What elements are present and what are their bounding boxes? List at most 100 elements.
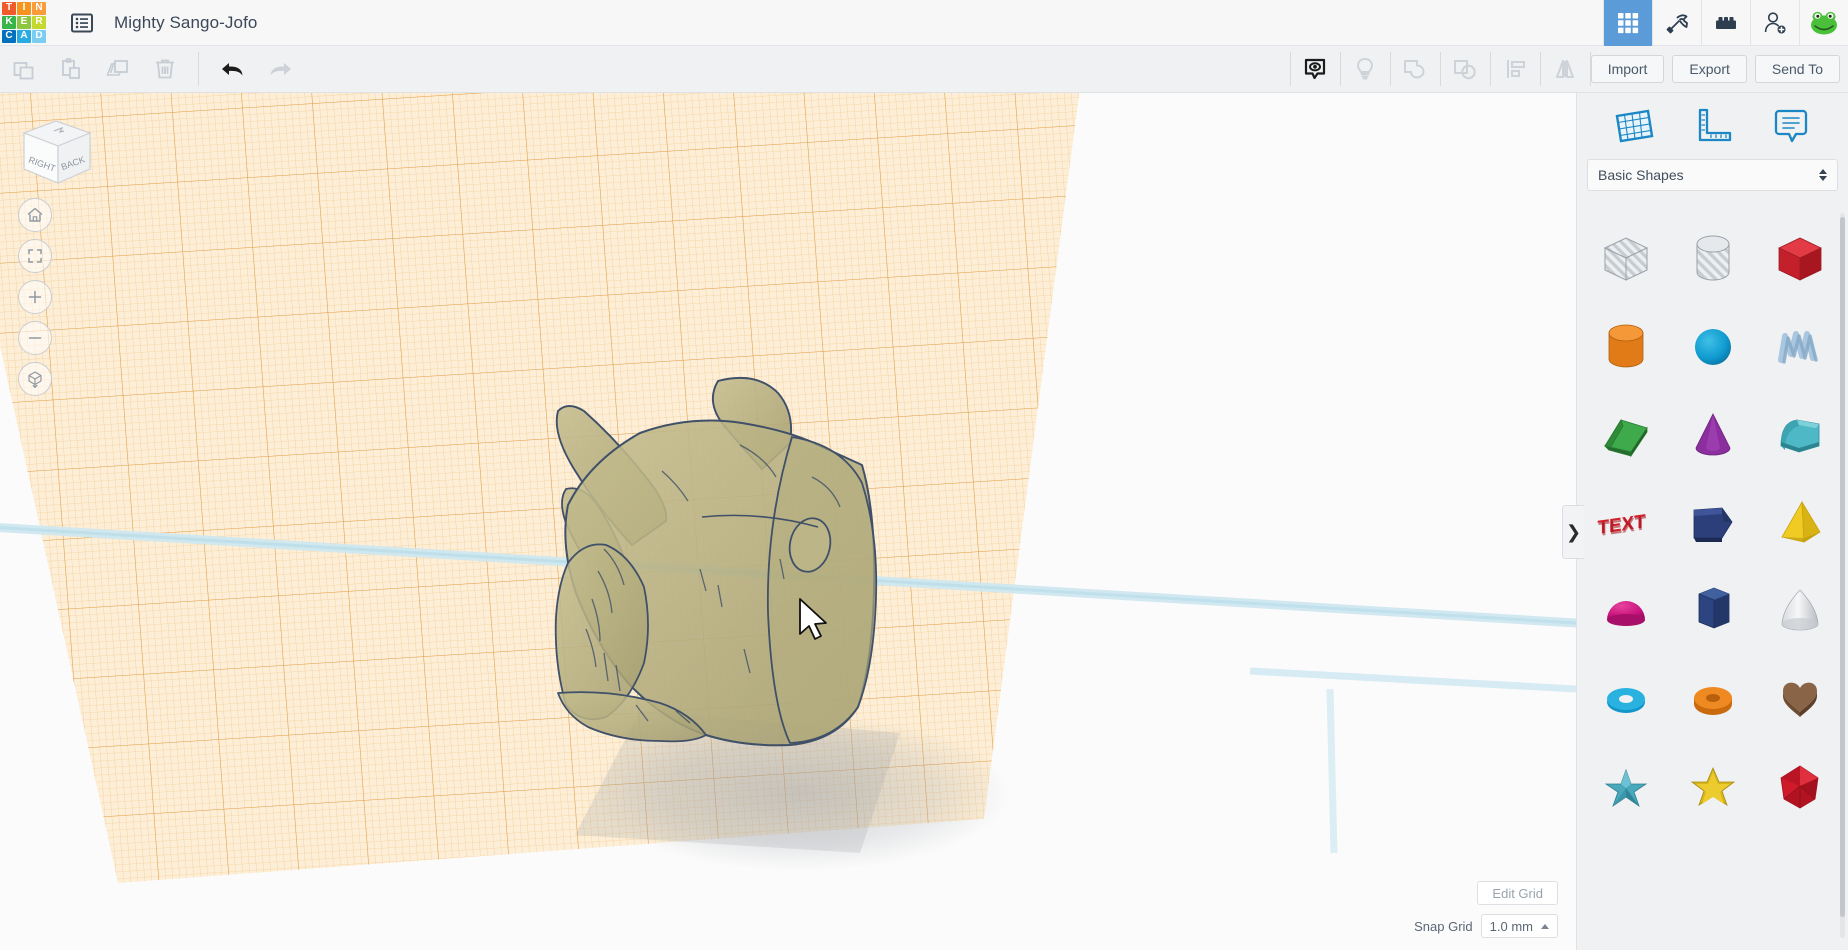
shape-cylinder-hole[interactable] <box>1670 215 1757 303</box>
bricks-button[interactable] <box>1701 0 1750 46</box>
3d-viewport[interactable]: RIGHT BACK <box>0 93 1576 950</box>
panel-collapse-handle[interactable]: ❯ <box>1562 505 1584 559</box>
shape-library-grid: TEXT TEXT <box>1577 205 1848 950</box>
notes-icon <box>1769 106 1813 146</box>
shape-cylinder[interactable] <box>1583 303 1670 391</box>
codeblocks-pickaxe-icon <box>1663 9 1691 37</box>
shape-box-hole[interactable] <box>1583 215 1670 303</box>
hints-button[interactable] <box>1341 46 1390 92</box>
minus-icon <box>26 329 44 347</box>
send-to-button[interactable]: Send To <box>1755 55 1840 83</box>
shape-tube[interactable] <box>1670 655 1757 743</box>
account-avatar-button[interactable] <box>1799 0 1848 46</box>
shape-roof[interactable] <box>1583 391 1670 479</box>
tinkercad-app: TINKERCAD Mighty Sango-Jofo <box>0 0 1848 950</box>
shape-half-sphere[interactable] <box>1583 567 1670 655</box>
shape-scribble-icon <box>1771 318 1829 376</box>
logo-tile-d-8: D <box>32 30 46 43</box>
viewport-canvas <box>0 93 1576 950</box>
home-view-button[interactable] <box>18 198 52 232</box>
cube-projection-icon <box>25 369 45 389</box>
workplane-button[interactable] <box>1607 101 1661 151</box>
shape-cone[interactable] <box>1670 391 1757 479</box>
duplicate-button[interactable] <box>94 46 141 92</box>
undo-icon <box>218 56 248 82</box>
shape-pyramid-icon <box>1771 494 1829 552</box>
zoom-out-button[interactable] <box>18 321 52 355</box>
fit-to-view-button[interactable] <box>18 239 52 273</box>
gallery-grid-button[interactable] <box>1603 0 1652 46</box>
shape-torus[interactable] <box>1583 655 1670 743</box>
shape-cone-icon <box>1684 406 1742 464</box>
shapes-panel-header-icons <box>1577 93 1848 159</box>
tinkercad-logo[interactable]: TINKERCAD <box>0 0 46 46</box>
shape-star-icon <box>1684 758 1742 816</box>
visibility-button[interactable] <box>1291 46 1340 92</box>
shape-sphere[interactable] <box>1670 303 1757 391</box>
logo-tile-r-5: R <box>32 16 46 29</box>
codeblocks-button[interactable] <box>1652 0 1701 46</box>
paste-button[interactable] <box>47 46 94 92</box>
shape-category-wrap: Basic Shapes <box>1577 159 1848 191</box>
ungroup-shapes-icon <box>1450 55 1480 83</box>
shape-star-3d[interactable] <box>1583 743 1670 831</box>
toolbar-divider <box>198 52 199 86</box>
shape-round-roof[interactable] <box>1756 391 1843 479</box>
shape-star[interactable] <box>1670 743 1757 831</box>
toolbar-right-group: Import Export Send To <box>1290 46 1848 92</box>
view-cube-icon: RIGHT BACK <box>14 113 100 191</box>
shape-scribble[interactable] <box>1756 303 1843 391</box>
mirror-button[interactable] <box>1541 46 1590 92</box>
shape-polygon[interactable] <box>1670 567 1757 655</box>
projection-toggle-button[interactable] <box>18 362 52 396</box>
shape-half-sphere-icon <box>1597 582 1655 640</box>
caret-up-icon <box>1541 924 1549 929</box>
mirror-flip-icon <box>1550 55 1580 83</box>
shape-text-icon: TEXT TEXT <box>1597 494 1655 552</box>
shape-paraboloid[interactable] <box>1756 567 1843 655</box>
shape-pyramid[interactable] <box>1756 479 1843 567</box>
shape-box-hole-icon <box>1597 230 1655 288</box>
shape-wedge[interactable] <box>1670 479 1757 567</box>
snap-grid-select[interactable]: 1.0 mm <box>1481 914 1558 938</box>
shape-tube-icon <box>1684 670 1742 728</box>
delete-button[interactable] <box>141 46 188 92</box>
copy-icon <box>11 56 37 82</box>
copy-button[interactable] <box>0 46 47 92</box>
import-button[interactable]: Import <box>1591 55 1665 83</box>
shape-category-select[interactable]: Basic Shapes <box>1587 159 1838 191</box>
shape-heart[interactable] <box>1756 655 1843 743</box>
ruler-button[interactable] <box>1685 101 1739 151</box>
shape-round-roof-icon <box>1771 406 1829 464</box>
shape-box[interactable] <box>1756 215 1843 303</box>
project-menu-button[interactable] <box>62 0 102 46</box>
align-button[interactable] <box>1491 46 1540 92</box>
duplicate-icon <box>105 56 131 82</box>
shape-paraboloid-icon <box>1771 582 1829 640</box>
toolbar-spacer <box>303 46 1290 92</box>
group-button[interactable] <box>1391 46 1440 92</box>
ungroup-button[interactable] <box>1441 46 1490 92</box>
edit-grid-button[interactable]: Edit Grid <box>1477 881 1558 905</box>
align-icon <box>1501 55 1529 83</box>
plus-icon <box>26 288 44 306</box>
shape-sphere-icon <box>1684 318 1742 376</box>
shape-torus-icon <box>1597 670 1655 728</box>
shape-text[interactable]: TEXT TEXT <box>1583 479 1670 567</box>
shape-polyhedron[interactable] <box>1756 743 1843 831</box>
view-cube[interactable]: RIGHT BACK <box>14 113 100 191</box>
invite-collaborator-button[interactable] <box>1750 0 1799 46</box>
zoom-in-button[interactable] <box>18 280 52 314</box>
logo-tile-k-3: K <box>2 16 16 29</box>
fit-frame-icon <box>26 247 44 265</box>
shape-roof-icon <box>1597 406 1655 464</box>
invite-person-icon <box>1761 9 1789 37</box>
top-bar: TINKERCAD Mighty Sango-Jofo <box>0 0 1848 46</box>
export-button[interactable]: Export <box>1672 55 1746 83</box>
snap-grid-label: Snap Grid <box>1414 919 1473 934</box>
logo-tile-t-0: T <box>2 2 16 15</box>
redo-button[interactable] <box>256 46 303 92</box>
notes-button[interactable] <box>1764 101 1818 151</box>
shapes-scrollbar-thumb[interactable] <box>1840 217 1845 917</box>
undo-button[interactable] <box>209 46 256 92</box>
